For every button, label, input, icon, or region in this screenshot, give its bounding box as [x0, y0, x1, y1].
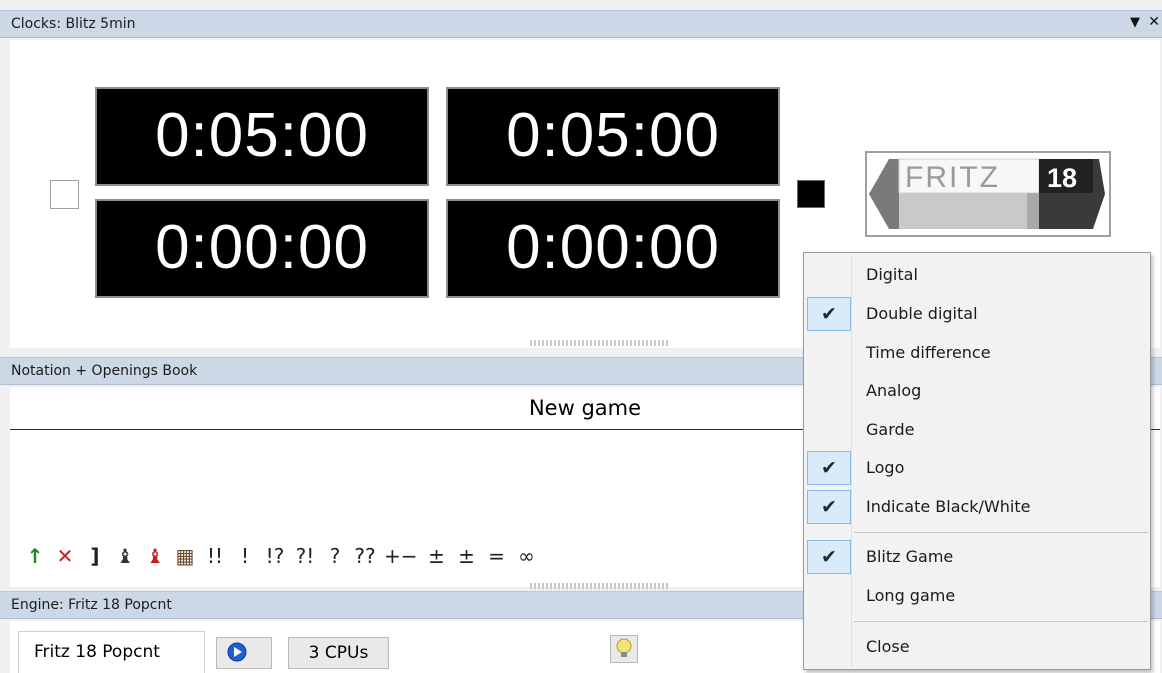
clock-style-context-menu: ✔ Digital ✔ Double digital ✔ Time differ…: [803, 252, 1151, 670]
logo-text: FRITZ: [905, 161, 1000, 194]
menu-item-blitz-game[interactable]: ✔ Blitz Game: [806, 540, 1148, 574]
engine-panel-title: Engine: Fritz 18 Popcnt: [11, 597, 172, 613]
menu-item-label: Long game: [866, 586, 956, 605]
clock-white-elapsed: 0:00:00: [95, 199, 429, 298]
play-icon: [227, 642, 247, 662]
eval-white-slightly-better[interactable]: ±: [452, 539, 482, 573]
close-icon[interactable]: ✕: [1148, 14, 1160, 30]
menu-item-time-difference[interactable]: ✔ Time difference: [806, 336, 1148, 370]
eval-white-better[interactable]: ±: [422, 539, 452, 573]
menu-item-label: Indicate Black/White: [866, 497, 1031, 516]
clock-black-time: 0:05:00: [446, 87, 780, 186]
clock-panel-titlebar: Clocks: Blitz 5min ▼ ✕: [0, 10, 1162, 38]
annotation-dubious[interactable]: ?!: [290, 539, 320, 573]
engine-start-button[interactable]: [216, 637, 272, 669]
menu-item-digital[interactable]: ✔ Digital: [806, 258, 1148, 292]
menu-separator: [854, 621, 1148, 622]
pin-dropdown-icon[interactable]: ▼: [1130, 15, 1140, 30]
menu-item-label: Time difference: [866, 343, 991, 362]
hint-bulb-button[interactable]: [610, 635, 638, 663]
menu-item-label: Analog: [866, 381, 922, 400]
clock-panel-title: Clocks: Blitz 5min: [11, 16, 136, 32]
check-icon: ✔: [807, 490, 851, 524]
clock-black-elapsed: 0:00:00: [446, 199, 780, 298]
menu-item-label: Double digital: [866, 304, 978, 323]
panel-splitter-2[interactable]: [530, 583, 670, 589]
annotation-interesting[interactable]: !?: [260, 539, 290, 573]
lightbulb-icon: [616, 638, 632, 657]
white-to-move-indicator: [50, 180, 79, 209]
menu-item-label: Blitz Game: [866, 547, 954, 566]
menu-item-indicate-black-white[interactable]: ✔ Indicate Black/White: [806, 490, 1148, 524]
check-icon: ✔: [807, 451, 851, 485]
annotation-mistake[interactable]: ?: [320, 539, 350, 573]
check-icon: ✔: [807, 297, 851, 331]
notation-toolbar: ↑ ✕ ] ♝ ♝ ▦ !! ! !? ?! ? ?? +− ± ± = ∞: [20, 537, 542, 575]
board-diagram-icon[interactable]: ▦: [170, 539, 200, 573]
menu-item-label: Garde: [866, 420, 915, 439]
cpu-count-button[interactable]: 3 CPUs: [288, 637, 389, 669]
annotation-brilliant[interactable]: !!: [200, 539, 230, 573]
menu-item-double-digital[interactable]: ✔ Double digital: [806, 297, 1148, 331]
engine-tab[interactable]: Fritz 18 Popcnt: [18, 631, 205, 673]
piece-annotation-icon[interactable]: ♝: [110, 539, 140, 573]
promote-variation-icon[interactable]: ↑: [20, 539, 50, 573]
menu-item-label: Digital: [866, 265, 918, 284]
panel-splitter[interactable]: [530, 340, 670, 346]
menu-item-analog[interactable]: ✔ Analog: [806, 374, 1148, 408]
fritz-logo-graphic: FRITZ 18: [869, 158, 1105, 229]
menu-separator: [854, 532, 1148, 533]
delete-move-icon[interactable]: ✕: [50, 539, 80, 573]
menu-item-label: Logo: [866, 458, 905, 477]
menu-item-long-game[interactable]: ✔ Long game: [806, 579, 1148, 613]
annotation-good[interactable]: !: [230, 539, 260, 573]
piece-annotation-red-icon[interactable]: ♝: [140, 539, 170, 573]
menu-item-logo[interactable]: ✔ Logo: [806, 451, 1148, 485]
notation-panel-title: Notation + Openings Book: [11, 363, 198, 379]
eval-white-winning[interactable]: +−: [380, 539, 422, 573]
black-to-move-indicator: [797, 180, 825, 208]
annotation-blunder[interactable]: ??: [350, 539, 380, 573]
logo-number: 18: [1047, 163, 1077, 193]
clock-white-time: 0:05:00: [95, 87, 429, 186]
eval-equal[interactable]: =: [482, 539, 512, 573]
menu-item-label: Close: [866, 637, 910, 656]
menu-item-garde[interactable]: ✔ Garde: [806, 413, 1148, 447]
cut-variation-icon[interactable]: ]: [80, 539, 110, 573]
menu-item-close[interactable]: ✔ Close: [806, 630, 1148, 664]
eval-unclear[interactable]: ∞: [512, 539, 542, 573]
fritz-logo: FRITZ 18: [865, 151, 1111, 237]
check-icon: ✔: [807, 540, 851, 574]
